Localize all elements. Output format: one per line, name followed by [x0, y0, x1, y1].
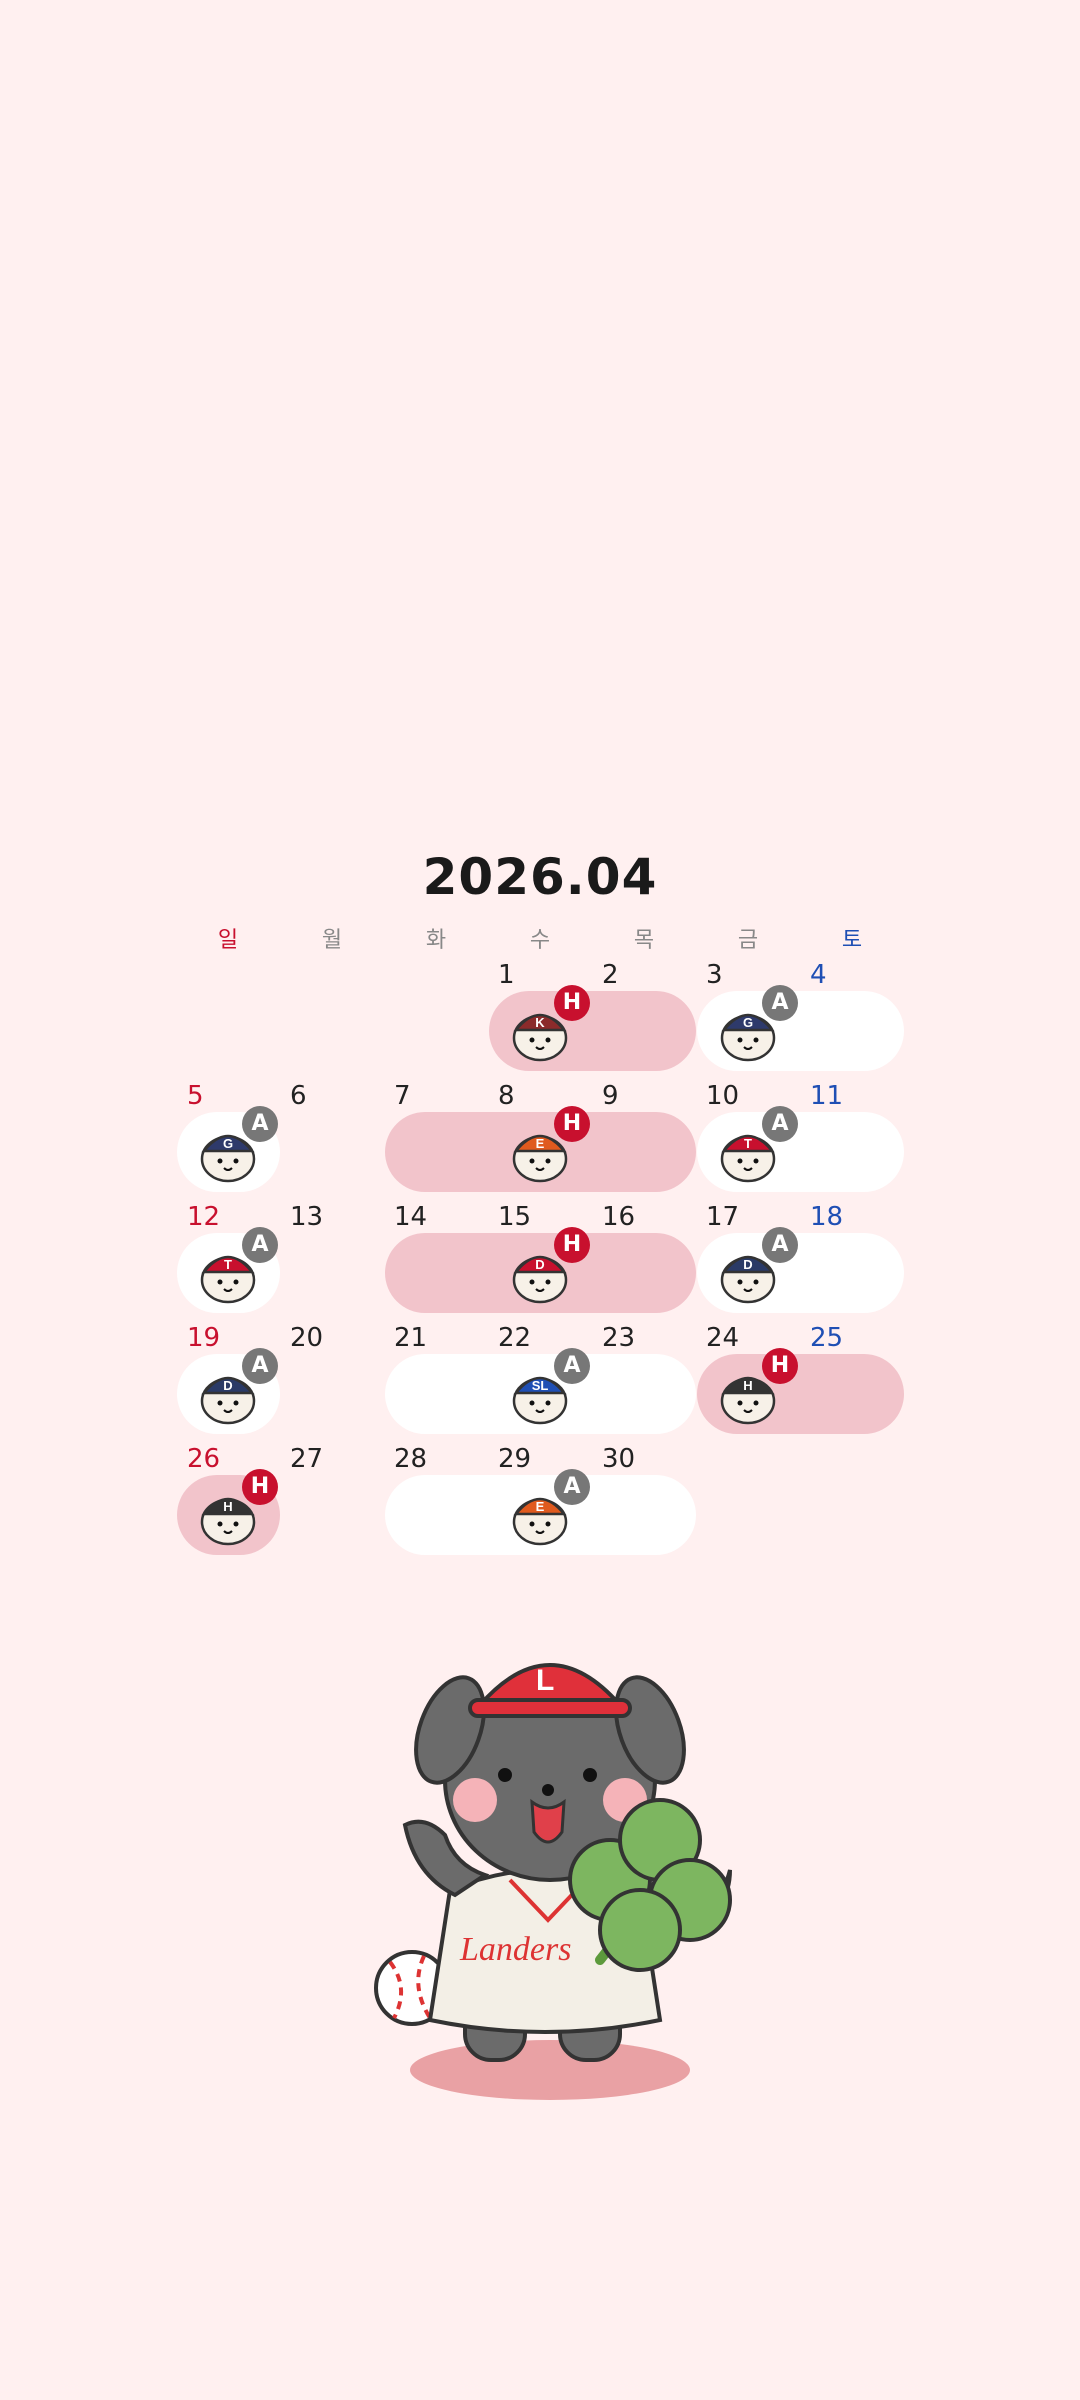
day-number: 29 [498, 1444, 532, 1474]
day-number: 23 [602, 1323, 636, 1353]
away-badge: A [762, 985, 798, 1021]
day-number: 15 [498, 1202, 532, 1232]
jersey-text: Landers [459, 1931, 571, 1968]
cap-letter: SL [532, 1378, 549, 1393]
day-number: 21 [394, 1323, 428, 1353]
cap-letter: G [223, 1136, 233, 1151]
day-number: 5 [187, 1081, 204, 1111]
day-number: 13 [290, 1202, 324, 1232]
away-badge: A [762, 1227, 798, 1263]
day-number: 14 [394, 1202, 428, 1232]
weekday-sun: 일 [217, 928, 239, 953]
month-title: 2026.04 [422, 848, 658, 906]
day-number: 27 [290, 1444, 324, 1474]
cap-letter: H [223, 1499, 232, 1514]
day-number: 18 [810, 1202, 844, 1232]
away-badge: A [554, 1348, 590, 1384]
day-number: 19 [187, 1323, 221, 1353]
home-badge: H [242, 1469, 278, 1505]
away-badge: A [242, 1227, 278, 1263]
day-number: 12 [187, 1202, 221, 1232]
day-number: 3 [706, 960, 723, 990]
weekday-thu: 목 [633, 928, 655, 953]
away-badge: A [762, 1106, 798, 1142]
cap-letter: E [536, 1136, 545, 1151]
cap-letter: T [224, 1257, 232, 1272]
home-badge: H [554, 985, 590, 1021]
cap-letter: D [535, 1257, 544, 1272]
day-number: 4 [810, 960, 827, 990]
day-number: 11 [810, 1081, 844, 1111]
day-number: 9 [602, 1081, 619, 1111]
weekday-wed: 수 [529, 928, 551, 953]
weekday-mon: 월 [321, 928, 343, 953]
day-number: 17 [706, 1202, 740, 1232]
cap-letter: D [743, 1257, 752, 1272]
away-badge: A [242, 1106, 278, 1142]
home-badge: H [554, 1227, 590, 1263]
cap-letter: T [744, 1136, 752, 1151]
cap-letter: E [536, 1499, 545, 1514]
cap-letter: K [535, 1015, 545, 1030]
cap-letter: G [743, 1015, 753, 1030]
day-number: 7 [394, 1081, 411, 1111]
day-number: 2 [602, 960, 619, 990]
away-badge: A [554, 1469, 590, 1505]
day-number: 20 [290, 1323, 324, 1353]
landers-mascot-icon: Landers L [374, 1663, 732, 2100]
cap-letter: H [743, 1378, 752, 1393]
day-number: 22 [498, 1323, 532, 1353]
day-number: 10 [706, 1081, 740, 1111]
day-number: 24 [706, 1323, 740, 1353]
weekday-sat: 토 [841, 928, 863, 953]
day-number: 16 [602, 1202, 636, 1232]
day-number: 28 [394, 1444, 428, 1474]
cap-letter: L [536, 1664, 554, 1697]
weekday-fri: 금 [737, 928, 759, 953]
home-badge: H [554, 1106, 590, 1142]
day-number: 1 [498, 960, 515, 990]
day-number: 25 [810, 1323, 844, 1353]
day-number: 8 [498, 1081, 515, 1111]
day-number: 6 [290, 1081, 307, 1111]
away-badge: A [242, 1348, 278, 1384]
day-number: 30 [602, 1444, 636, 1474]
home-badge: H [762, 1348, 798, 1384]
day-number: 26 [187, 1444, 221, 1474]
weekday-tue: 화 [425, 928, 447, 953]
cap-letter: D [223, 1378, 232, 1393]
